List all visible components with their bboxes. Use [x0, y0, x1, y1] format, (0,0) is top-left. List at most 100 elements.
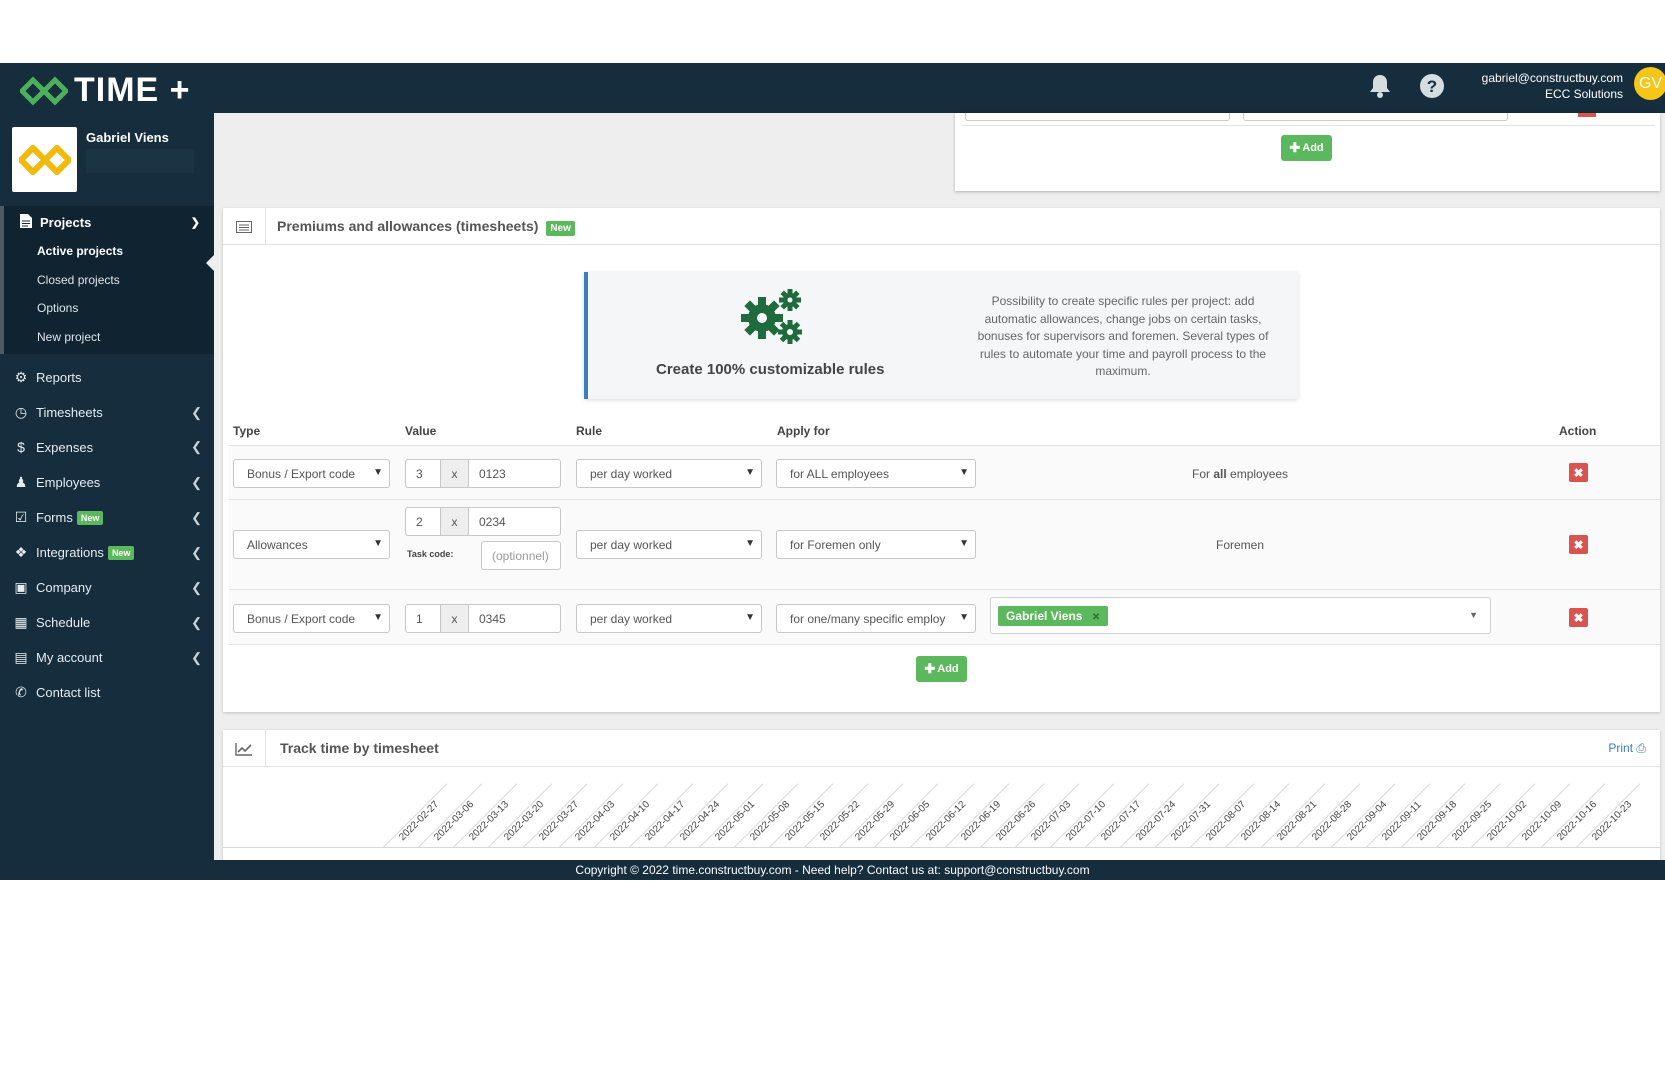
sidebar-item-label: Schedule	[36, 615, 91, 630]
multiply-sign: x	[440, 507, 469, 536]
sidebar-item-my-account[interactable]: ▤ My account ❮	[12, 649, 202, 666]
delete-rule-button[interactable]: ✖	[1569, 608, 1588, 627]
remove-tag-icon[interactable]: ✕	[1092, 612, 1100, 623]
avatar[interactable]: GV	[1634, 67, 1665, 100]
sidebar-item-label: Forms	[36, 510, 73, 525]
sidebar-item-label: Contact list	[36, 685, 101, 700]
apply-summary-bold: all	[1213, 467, 1227, 481]
profile-subtitle-redacted	[86, 149, 194, 173]
profile-name: Gabriel Viens	[86, 130, 169, 145]
sidebar-item-label: My account	[36, 650, 103, 665]
rule-select[interactable]: per day worked ▼	[576, 604, 762, 633]
type-select[interactable]: Bonus / Export code ▼	[233, 459, 390, 488]
type-select-value: Bonus / Export code	[247, 467, 356, 481]
apply-for-select[interactable]: for Foremen only ▼	[776, 530, 976, 559]
quantity-input[interactable]: 3	[405, 459, 441, 488]
sidebar-item-forms[interactable]: ☑ Forms New ❮	[12, 509, 202, 526]
column-header-type: Type	[233, 424, 261, 438]
task-code-input[interactable]: (optionnel)	[481, 541, 561, 570]
sidebar-item-label: Expenses	[36, 439, 94, 455]
company-logo	[12, 127, 77, 192]
help-icon[interactable]: ?	[1419, 73, 1445, 104]
selected-employee-tag[interactable]: Gabriel Viens ✕	[998, 606, 1109, 626]
plus-icon: ✚	[924, 661, 936, 676]
rule-select[interactable]: per day worked ▼	[576, 530, 762, 559]
quantity-input[interactable]: 1	[405, 604, 441, 633]
add-rule-button[interactable]: ✚ Add	[916, 656, 967, 682]
selected-employee-name: Gabriel Viens	[1006, 609, 1083, 623]
logo-mark-icon	[20, 75, 68, 106]
sidebar-item-expenses[interactable]: $ Expenses ❮	[12, 439, 202, 455]
chevron-down-icon: ▼	[373, 538, 383, 549]
type-select[interactable]: Allowances ▼	[233, 530, 390, 559]
rule-row: Allowances ▼ 2 x 0234 Task code: (optionn…	[229, 499, 1660, 589]
add-button[interactable]: ✚ Add	[1281, 135, 1332, 161]
sidebar-item-projects[interactable]: Projects ❯	[20, 214, 200, 231]
sidebar-item-company[interactable]: ▣ Company ❮	[12, 579, 202, 596]
rule-select-value: per day worked	[590, 467, 673, 481]
new-badge: New	[546, 221, 575, 236]
sidebar-subitem-new-project[interactable]: New project	[37, 330, 100, 344]
plus-icon: ✚	[1289, 140, 1301, 155]
line-chart-icon	[223, 730, 266, 767]
divider	[961, 125, 1655, 126]
sidebar-item-schedule[interactable]: ▦ Schedule ❮	[12, 614, 202, 631]
rule-select[interactable]: per day worked ▼	[576, 459, 762, 488]
sidebar-subitem-active-projects[interactable]: Active projects	[37, 244, 123, 258]
sidebar-item-timesheets[interactable]: ◷ Timesheets ❮	[12, 404, 202, 421]
sidebar-item-label: Projects	[40, 215, 92, 230]
apply-for-select-value: for one/many specific employ	[790, 612, 946, 626]
user-info[interactable]: gabriel@constructbuy.com ECC Solutions	[1482, 70, 1623, 102]
user-email: gabriel@constructbuy.com	[1481, 71, 1623, 85]
task-code-label: Task code:	[407, 549, 454, 559]
apply-summary-prefix: For	[1192, 467, 1214, 481]
employee-multiselect[interactable]: Gabriel Viens ✕ ▼	[990, 597, 1491, 634]
delete-button-partial[interactable]	[1578, 113, 1596, 117]
close-icon: ✖	[1573, 610, 1584, 625]
delete-rule-button[interactable]: ✖	[1569, 463, 1588, 482]
type-select[interactable]: Bonus / Export code ▼	[233, 604, 390, 633]
chevron-down-icon: ▼	[373, 467, 383, 478]
cogs-icon: ⚙	[14, 369, 28, 385]
close-icon: ✖	[1573, 537, 1584, 552]
ghost-input[interactable]	[965, 113, 1230, 121]
sidebar-item-contact-list[interactable]: ✆ Contact list	[12, 684, 202, 701]
apply-for-select[interactable]: for one/many specific employ ▼	[776, 604, 976, 633]
gears-icon	[741, 289, 802, 344]
panel-title: Track time by timesheet	[280, 740, 439, 756]
rule-select-value: per day worked	[590, 612, 673, 626]
callout-text: Possibility to create specific rules per…	[977, 294, 1269, 378]
previous-rules-card: ✚ Add	[955, 113, 1660, 191]
sidebar-item-reports[interactable]: ⚙ Reports	[12, 369, 202, 386]
company-logo-mark-icon	[18, 144, 71, 175]
bell-icon[interactable]	[1368, 73, 1392, 104]
quantity-input[interactable]: 2	[405, 507, 441, 536]
dollar-icon: $	[17, 439, 25, 455]
sidebar-item-integrations[interactable]: ❖ Integrations New ❮	[12, 544, 202, 561]
top-navbar: TIME + ? gabriel@constructbuy.com ECC So…	[0, 63, 1665, 113]
export-code-input[interactable]: 0234	[468, 507, 561, 536]
export-code-input[interactable]: 0123	[468, 459, 561, 488]
apply-summary-suffix: employees	[1226, 467, 1289, 481]
track-time-panel: Track time by timesheet Print ⎙ 2022-02-…	[223, 730, 1660, 880]
print-link[interactable]: Print ⎙	[1608, 741, 1646, 756]
chevron-down-icon: ▼	[373, 612, 383, 623]
apply-for-select[interactable]: for ALL employees ▼	[776, 459, 976, 488]
sidebar-item-employees[interactable]: ♟ Employees ❮	[12, 474, 202, 491]
ghost-input[interactable]	[1243, 113, 1508, 121]
column-header-value: Value	[405, 424, 437, 438]
rule-row: Bonus / Export code ▼ 1 x 0345 per day wo…	[229, 589, 1660, 644]
chevron-left-icon: ❮	[191, 439, 202, 454]
active-indicator	[206, 255, 214, 271]
sidebar-subitem-options[interactable]: Options	[37, 301, 78, 315]
briefcase-icon: ▣	[14, 579, 28, 595]
apply-for-select-value: for Foremen only	[790, 538, 881, 552]
export-code-input[interactable]: 0345	[468, 604, 561, 633]
chevron-down-icon: ▼	[959, 467, 969, 478]
app-logo[interactable]: TIME +	[20, 71, 191, 110]
printer-icon: ⎙	[1636, 741, 1646, 755]
sidebar-subitem-closed-projects[interactable]: Closed projects	[37, 273, 120, 287]
list-icon	[223, 208, 266, 245]
delete-rule-button[interactable]: ✖	[1569, 535, 1588, 554]
chevron-left-icon: ❮	[191, 614, 202, 630]
